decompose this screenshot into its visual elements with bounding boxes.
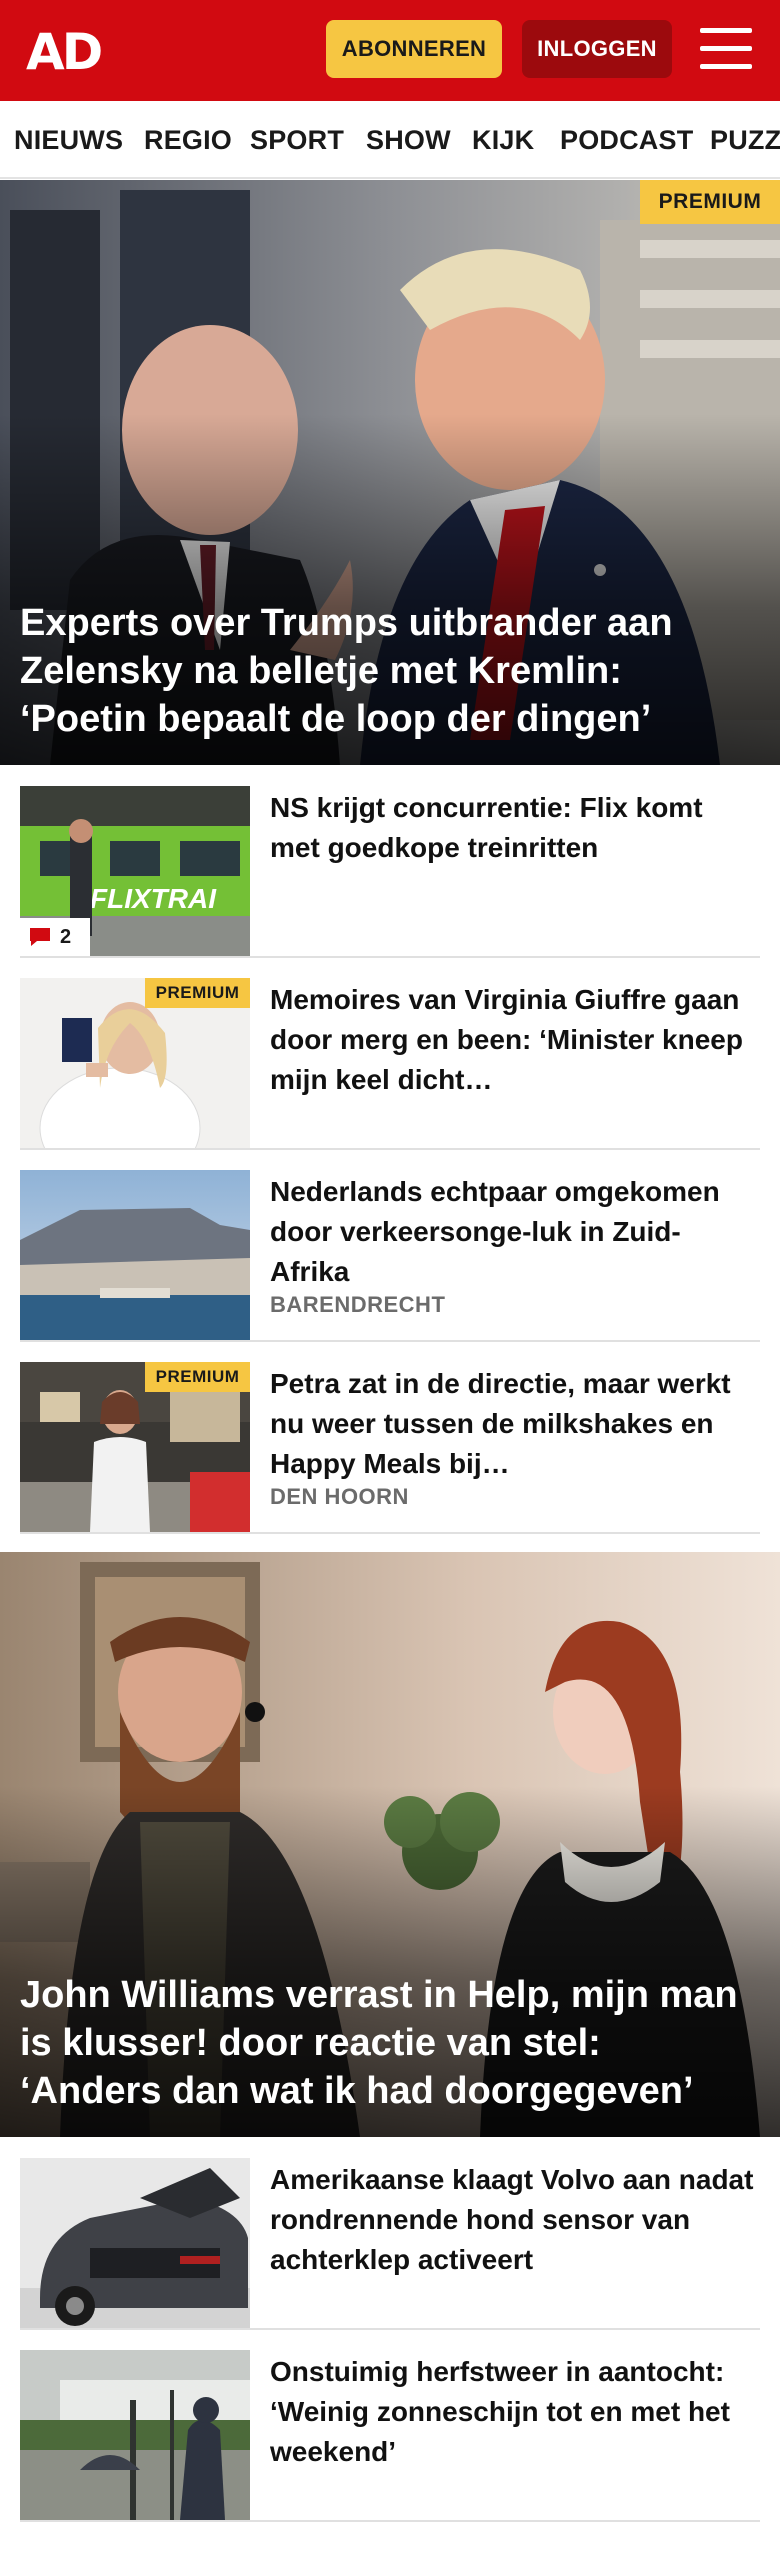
article-location: BARENDRECHT xyxy=(270,1292,446,1317)
article-thumbnail xyxy=(20,2350,250,2520)
comment-count-badge[interactable]: 2 xyxy=(20,918,90,956)
list-item[interactable]: Nederlands echtpaar omgekomen door verke… xyxy=(20,1150,760,1342)
hero-article-1[interactable]: PREMIUM Experts over Trumps uitbrander a… xyxy=(0,180,780,765)
premium-badge: PREMIUM xyxy=(640,180,780,224)
list-item[interactable]: PREMIUM Memoires van Virginia Giuffre ga… xyxy=(20,958,760,1150)
premium-badge: PREMIUM xyxy=(145,978,250,1008)
svg-text:FLIXTRAI: FLIXTRAI xyxy=(90,883,217,914)
article-location: DEN HOORN xyxy=(270,1484,409,1509)
article-title[interactable]: NS krijgt concurrentie: Flix komt met go… xyxy=(270,788,755,868)
list-item[interactable]: Onstuimig herfstweer in aantocht: ‘Weini… xyxy=(20,2330,760,2522)
hero-title[interactable]: John Williams verrast in Help, mijn man … xyxy=(20,1971,740,2115)
article-title[interactable]: Nederlands echtpaar omgekomen door verke… xyxy=(270,1172,755,1292)
hamburger-menu-icon[interactable] xyxy=(700,26,752,72)
hero-title[interactable]: Experts over Trumps uitbrander aan Zelen… xyxy=(20,599,740,743)
hero-article-2[interactable]: John Williams verrast in Help, mijn man … xyxy=(0,1552,780,2137)
article-title[interactable]: Petra zat in de directie, maar werkt nu … xyxy=(270,1364,755,1484)
subscribe-button[interactable]: ABONNEREN xyxy=(326,20,502,78)
nav-item-show[interactable]: SHOW xyxy=(366,125,451,156)
list-item[interactable]: PREMIUM Petra zat in de directie, maar w… xyxy=(20,1342,760,1534)
section-nav: NIEUWS REGIO SPORT SHOW KIJK PODCAST PUZ… xyxy=(0,101,780,179)
nav-item-regio[interactable]: REGIO xyxy=(144,125,232,156)
article-thumbnail xyxy=(20,1170,250,1340)
list-item[interactable]: FLIXTRAI 2 NS krijgt concurrentie: Flix … xyxy=(20,766,760,958)
article-title[interactable]: Memoires van Virginia Giuffre gaan door … xyxy=(270,980,755,1100)
nav-item-sport[interactable]: SPORT xyxy=(250,125,344,156)
article-title[interactable]: Onstuimig herfstweer in aantocht: ‘Weini… xyxy=(270,2352,755,2472)
comment-icon xyxy=(30,928,50,946)
nav-item-puzzels[interactable]: PUZZ xyxy=(710,125,780,156)
nav-item-podcast[interactable]: PODCAST xyxy=(560,125,693,156)
list-item[interactable]: Amerikaanse klaagt Volvo aan nadat rondr… xyxy=(20,2138,760,2330)
article-thumbnail xyxy=(20,2158,250,2328)
nav-item-nieuws[interactable]: NIEUWS xyxy=(14,125,123,156)
premium-badge: PREMIUM xyxy=(145,1362,250,1392)
nav-item-kijk[interactable]: KIJK xyxy=(472,125,534,156)
comment-count: 2 xyxy=(60,925,72,948)
top-bar: AD ABONNEREN INLOGGEN xyxy=(0,0,780,101)
ad-logo[interactable]: AD xyxy=(26,26,114,78)
article-title[interactable]: Amerikaanse klaagt Volvo aan nadat rondr… xyxy=(270,2160,755,2280)
login-button[interactable]: INLOGGEN xyxy=(522,20,672,78)
